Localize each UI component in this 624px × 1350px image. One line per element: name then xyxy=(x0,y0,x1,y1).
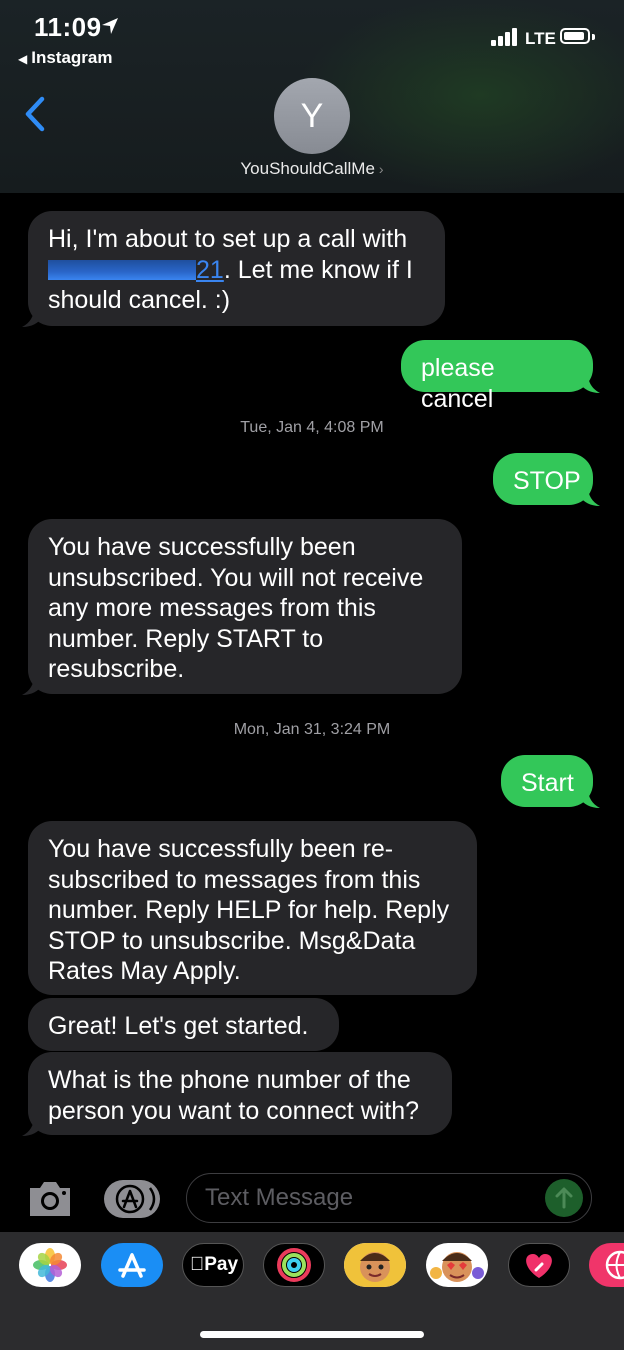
outgoing-message[interactable]: please cancel xyxy=(401,340,593,413)
message-text: You have successfully been re-subscribed… xyxy=(48,835,450,985)
message-text: You have successfully been unsubscribed.… xyxy=(48,533,424,683)
timestamp-day: Mon, Jan 31, xyxy=(233,721,327,738)
bubble-tail-icon xyxy=(580,789,600,808)
apple-pay-label: Pay xyxy=(197,1254,238,1275)
bubble-tail-icon xyxy=(22,308,42,327)
timestamp-time: 4:08 PM xyxy=(324,419,384,436)
contact-name: YouShouldCallMe xyxy=(240,159,375,178)
memoji-stickers-face-icon xyxy=(430,1252,484,1282)
conversation-header: 11:09 ◀ Instagram LTE Y YouShouldCallMe › xyxy=(0,0,624,193)
network-type: LTE xyxy=(525,29,556,48)
contact-avatar[interactable]: Y xyxy=(274,78,350,154)
photos-flower-icon xyxy=(33,1248,67,1282)
incoming-message[interactable]: Great! Let's get started. xyxy=(28,998,339,1051)
phone-tail: 21 xyxy=(196,255,224,284)
timestamp-time: 3:24 PM xyxy=(330,721,391,738)
heart-touch-icon xyxy=(526,1254,552,1278)
chevron-right-icon: › xyxy=(378,161,384,177)
message-text: please cancel xyxy=(421,354,495,413)
location-arrow-icon xyxy=(102,18,118,34)
signal-strength-icon xyxy=(491,28,517,46)
avatar-initial: Y xyxy=(300,96,324,135)
contact-name-button[interactable]: YouShouldCallMe › xyxy=(0,159,624,179)
bubble-tail-icon xyxy=(22,1117,42,1136)
battery-icon xyxy=(560,28,595,44)
message-text: Great! Let's get started. xyxy=(48,1012,309,1040)
message-text: Start xyxy=(521,769,574,797)
back-to-app-link[interactable]: ◀ Instagram xyxy=(18,48,112,68)
back-app-label: Instagram xyxy=(31,48,113,67)
memoji-stickers-icon[interactable] xyxy=(426,1243,488,1287)
outgoing-message[interactable]: STOP xyxy=(493,453,593,505)
status-time: 11:09 xyxy=(34,12,102,42)
incoming-message[interactable]: What is the phone number of the person y… xyxy=(28,1052,452,1135)
apple-pay-icon[interactable]: Pay xyxy=(182,1243,244,1287)
timestamp-day: Tue, Jan 4, xyxy=(240,419,320,436)
incoming-message[interactable]: You have successfully been unsubscribed.… xyxy=(28,519,462,694)
app-store-button[interactable] xyxy=(104,1180,160,1218)
incoming-message[interactable]: You have successfully been re-subscribed… xyxy=(28,821,477,995)
message-input[interactable]: Text Message xyxy=(186,1173,592,1223)
message-input-placeholder: Text Message xyxy=(205,1184,354,1211)
send-button[interactable] xyxy=(545,1179,583,1217)
activity-icon[interactable] xyxy=(263,1243,325,1287)
message-text: What is the phone number of the person y… xyxy=(48,1066,420,1125)
home-indicator[interactable] xyxy=(200,1331,424,1338)
message-timestamp: Tue, Jan 4, 4:08 PM xyxy=(0,419,624,437)
app-store-glyph-icon xyxy=(118,1253,146,1278)
photos-icon[interactable] xyxy=(19,1243,81,1287)
app-store-a-icon xyxy=(115,1184,156,1214)
apple-logo-icon:  xyxy=(190,1254,204,1275)
memoji-icon[interactable] xyxy=(344,1243,406,1287)
bubble-tail-icon xyxy=(580,374,600,393)
back-triangle-icon: ◀ xyxy=(18,52,28,66)
message-timestamp: Mon, Jan 31, 3:24 PM xyxy=(0,721,624,739)
redacted-phone-link[interactable]: 21 xyxy=(48,256,224,284)
app-store-icon[interactable] xyxy=(101,1243,163,1287)
camera-icon[interactable] xyxy=(26,1178,74,1220)
message-text: Hi, I'm about to set up a call with xyxy=(48,225,408,253)
back-chevron-icon[interactable] xyxy=(22,96,48,132)
send-arrow-icon xyxy=(555,1187,573,1209)
incoming-message[interactable]: Hi, I'm about to set up a call with 21. … xyxy=(28,211,445,326)
activity-rings-icon xyxy=(277,1248,311,1282)
digital-touch-icon[interactable] xyxy=(508,1243,570,1287)
message-thread[interactable]: Hi, I'm about to set up a call with 21. … xyxy=(0,193,624,1153)
bubble-tail-icon xyxy=(22,676,42,695)
message-text: STOP xyxy=(513,467,581,495)
bubble-tail-icon xyxy=(580,487,600,506)
memoji-face-icon xyxy=(344,1243,406,1287)
redaction-bar xyxy=(48,259,196,280)
